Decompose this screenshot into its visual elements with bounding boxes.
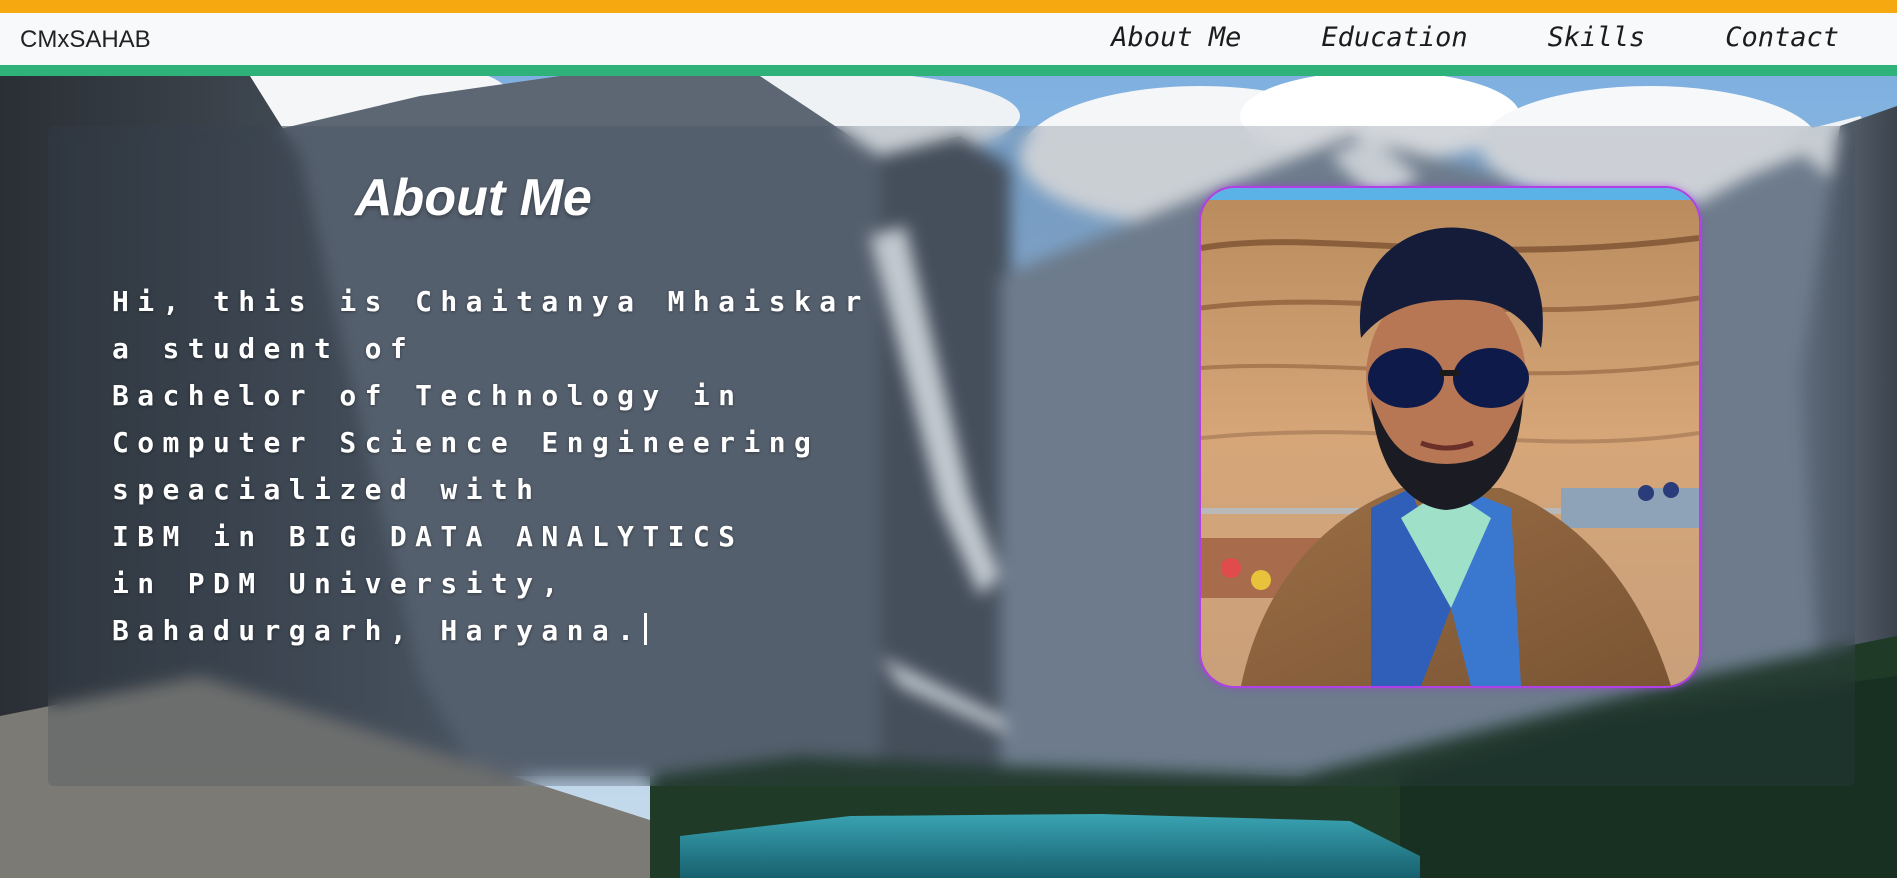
page: CMxSAHAB About Me Education Skills Conta…: [0, 0, 1897, 878]
about-line: speacialized with: [112, 473, 542, 506]
about-line: Hi, this is Chaitanya Mhaiskar: [112, 285, 870, 318]
about-line: in PDM University,: [112, 567, 567, 600]
top-accent-stripe: [0, 0, 1897, 13]
nav-link-about-me[interactable]: About Me: [1111, 22, 1241, 53]
nav-links: About Me Education Skills Contact: [1031, 22, 1839, 53]
bottom-accent-stripe: [0, 65, 1897, 76]
brand-logo[interactable]: CMxSAHAB: [20, 26, 151, 54]
about-line: Computer Science Engineering: [112, 426, 820, 459]
nav-link-education[interactable]: Education: [1321, 22, 1467, 53]
about-line: Bachelor of Technology in: [112, 379, 744, 412]
about-description: Hi, this is Chaitanya Mhaiskar a student…: [112, 278, 870, 654]
about-line: Bahadurgarh, Haryana.: [112, 614, 643, 647]
about-line: a student of: [112, 332, 416, 365]
profile-photo: [1199, 186, 1701, 688]
navbar: CMxSAHAB About Me Education Skills Conta…: [0, 13, 1897, 65]
about-line: IBM in BIG DATA ANALYTICS: [112, 520, 744, 553]
text-cursor-icon: [644, 613, 648, 645]
about-title: About Me: [355, 169, 592, 227]
nav-link-skills[interactable]: Skills: [1548, 22, 1646, 53]
nav-link-contact[interactable]: Contact: [1725, 22, 1839, 53]
